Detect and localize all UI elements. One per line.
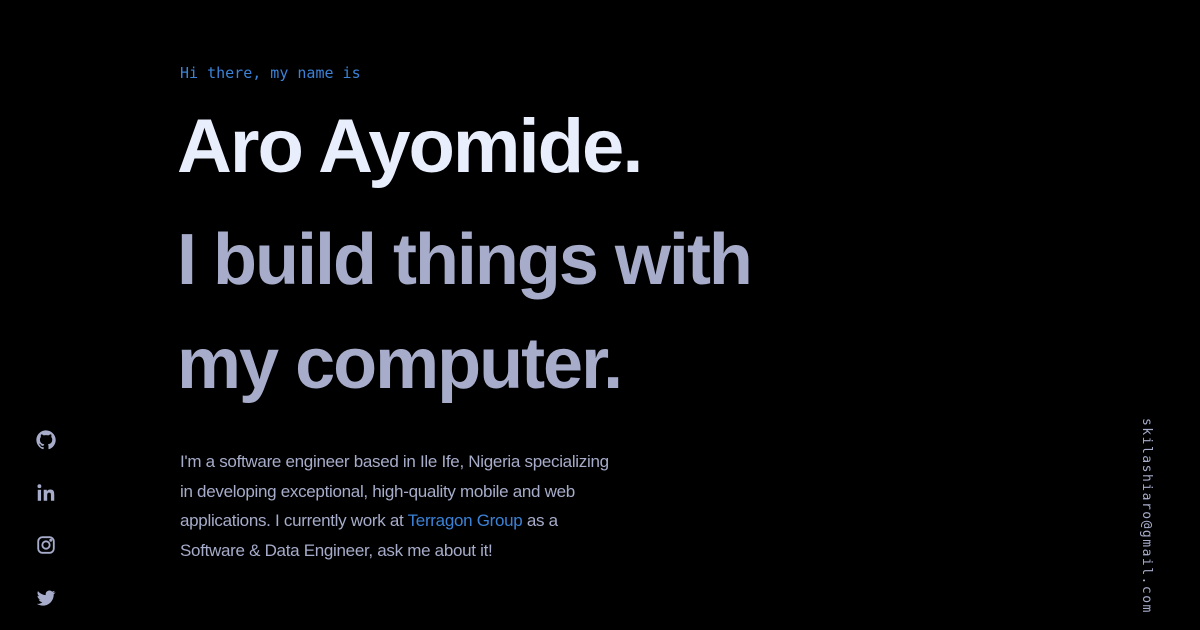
github-link[interactable] <box>34 429 58 453</box>
instagram-link[interactable] <box>34 534 58 558</box>
social-links <box>34 428 58 630</box>
hero-tagline: I build things with my computer. <box>177 220 753 404</box>
hero-name: Aro Ayomide. <box>177 104 643 189</box>
greeting-text: Hi there, my name is <box>180 64 361 82</box>
linkedin-link[interactable] <box>34 482 58 506</box>
github-icon <box>34 429 58 451</box>
hero-bio: I'm a software engineer based in Ile Ife… <box>180 447 610 565</box>
instagram-icon <box>34 534 58 556</box>
twitter-icon <box>34 587 58 609</box>
email-link[interactable]: skilashiaro@gmail.com <box>1139 418 1154 614</box>
twitter-link[interactable] <box>34 587 58 611</box>
company-link[interactable]: Terragon Group <box>408 511 523 530</box>
linkedin-icon <box>34 482 58 504</box>
